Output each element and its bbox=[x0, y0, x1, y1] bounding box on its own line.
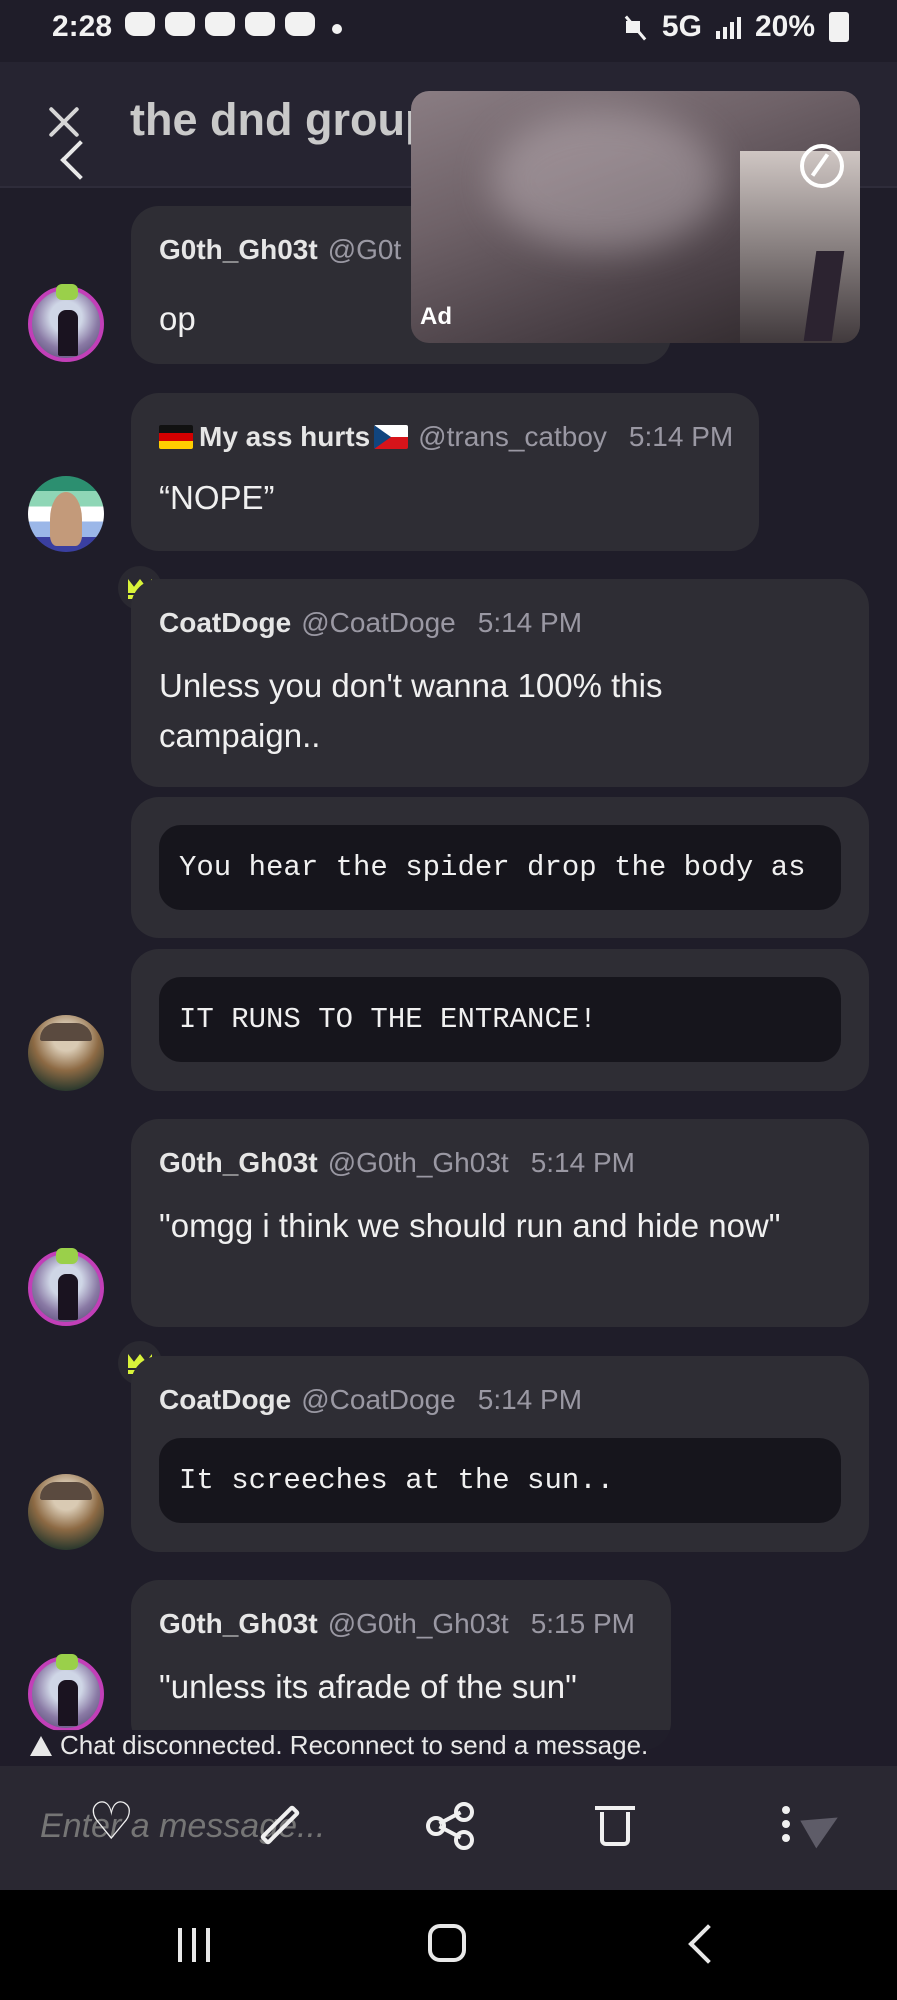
germany-flag-icon bbox=[159, 425, 193, 449]
network-label: 5G bbox=[661, 10, 702, 43]
trash-icon[interactable] bbox=[592, 1800, 642, 1850]
message-bubble[interactable]: IT RUNS TO THE ENTRANCE! bbox=[131, 949, 869, 1091]
warning-icon bbox=[30, 1735, 52, 1756]
more-notifications-dot bbox=[332, 24, 342, 34]
chat-title: the dnd group bbox=[130, 94, 433, 145]
message-author: CoatDoge bbox=[159, 607, 292, 638]
game-controller-icon bbox=[125, 12, 155, 36]
game-controller-icon bbox=[245, 12, 275, 36]
message-text: “NOPE” bbox=[159, 479, 275, 516]
message-bubble[interactable]: My ass hurts @trans_catboy 5:14 PM “NOPE… bbox=[131, 393, 759, 551]
ad-video[interactable]: Ad bbox=[411, 91, 860, 343]
message-time: 5:14 PM bbox=[477, 607, 583, 638]
message-author: G0th_Gh03t bbox=[159, 1608, 318, 1639]
battery-icon bbox=[829, 12, 849, 42]
close-icon[interactable] bbox=[44, 102, 84, 142]
status-bar: 2:28 5G 20% bbox=[0, 0, 897, 62]
notification-icons bbox=[125, 12, 315, 36]
message-time: 5:14 PM bbox=[530, 1147, 635, 1178]
message-bubble[interactable]: G0th_Gh03t @G0th_Gh03t 5:14 PM "omgg i t… bbox=[131, 1119, 869, 1327]
message-author: My ass hurts bbox=[199, 421, 371, 452]
code-block: IT RUNS TO THE ENTRANCE! bbox=[159, 977, 841, 1062]
message-handle: @trans_catboy bbox=[418, 421, 607, 452]
signal-icon bbox=[715, 15, 741, 39]
status-time: 2:28 bbox=[52, 10, 113, 43]
message-handle: @G0th_Gh03t bbox=[327, 1608, 509, 1639]
message-bubble[interactable]: CoatDoge @CoatDoge 5:14 PM It screeches … bbox=[131, 1356, 869, 1552]
disconnect-text: Chat disconnected. Reconnect to send a m… bbox=[60, 1730, 649, 1760]
message-bubble[interactable]: You hear the spider drop the body as bbox=[131, 797, 869, 938]
avatar[interactable] bbox=[28, 1474, 104, 1550]
message-text: "unless its afrade of the sun" bbox=[159, 1668, 577, 1705]
code-block: It screeches at the sun.. bbox=[159, 1438, 841, 1523]
message-handle: @G0t bbox=[327, 234, 402, 265]
avatar-badge-icon bbox=[56, 1654, 78, 1670]
mute-icon bbox=[624, 15, 648, 39]
system-status: 5G 20% bbox=[624, 10, 849, 44]
message-text: Unless you don't wanna 100% this campaig… bbox=[159, 667, 663, 754]
avatar[interactable] bbox=[28, 476, 104, 552]
game-controller-icon bbox=[165, 12, 195, 36]
recent-apps-icon[interactable] bbox=[178, 1928, 214, 1962]
message-time: 5:14 PM bbox=[477, 1384, 583, 1415]
avatar-badge-icon bbox=[56, 1248, 78, 1264]
czech-flag-icon bbox=[374, 425, 409, 449]
battery-label: 20% bbox=[754, 10, 815, 43]
composer-bar bbox=[0, 1766, 897, 1890]
code-block: You hear the spider drop the body as bbox=[159, 825, 841, 910]
message-author: G0th_Gh03t bbox=[159, 1147, 318, 1178]
message-text: op bbox=[159, 300, 196, 337]
message-author: CoatDoge bbox=[159, 1384, 292, 1415]
message-time: 5:14 PM bbox=[628, 421, 734, 452]
message-handle: @CoatDoge bbox=[301, 1384, 456, 1415]
nav-back-icon[interactable] bbox=[688, 1924, 728, 1964]
game-controller-icon bbox=[205, 12, 235, 36]
avatar[interactable] bbox=[28, 1015, 104, 1091]
pencil-icon[interactable] bbox=[254, 1800, 304, 1850]
avatar-badge-icon bbox=[56, 284, 78, 300]
message-time: 5:15 PM bbox=[530, 1608, 635, 1639]
share-icon[interactable] bbox=[424, 1800, 474, 1850]
home-icon[interactable] bbox=[428, 1924, 466, 1962]
android-nav-bar bbox=[0, 1890, 897, 2000]
heart-icon[interactable] bbox=[88, 1792, 138, 1852]
message-handle: @G0th_Gh03t bbox=[327, 1147, 509, 1178]
game-controller-icon bbox=[285, 12, 315, 36]
message-handle: @CoatDoge bbox=[301, 607, 456, 638]
disconnect-notice: Chat disconnected. Reconnect to send a m… bbox=[0, 1730, 897, 1766]
ad-refresh-icon[interactable] bbox=[800, 144, 844, 188]
message-author: G0th_Gh03t bbox=[159, 234, 318, 265]
message-bubble[interactable]: G0th_Gh03t @G0th_Gh03t 5:15 PM "unless i… bbox=[131, 1580, 671, 1750]
message-bubble[interactable]: CoatDoge @CoatDoge 5:14 PM Unless you do… bbox=[131, 579, 869, 787]
ad-label: Ad bbox=[420, 303, 452, 330]
message-text: "omgg i think we should run and hide now… bbox=[159, 1207, 781, 1244]
